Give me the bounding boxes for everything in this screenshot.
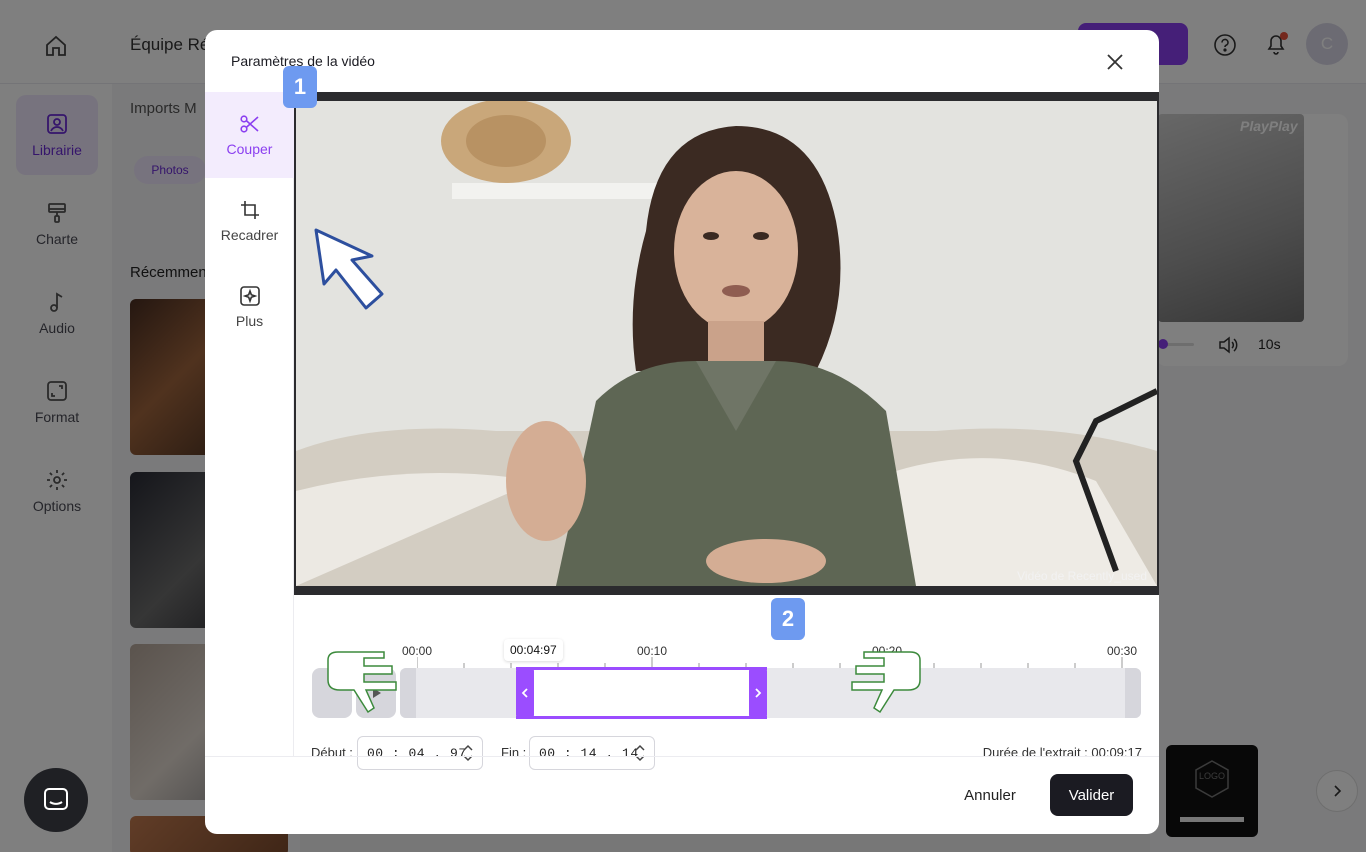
tool-sidebar: Couper Recadrer Plus (205, 92, 294, 756)
chevron-right-icon (755, 688, 762, 698)
chat-icon (44, 788, 68, 810)
tool-plus[interactable]: Plus (205, 264, 294, 350)
video-player[interactable]: Vidéo de Recently_used (294, 92, 1159, 595)
video-scene (296, 101, 1157, 586)
hand-pointer-icon (327, 651, 397, 714)
tool-couper[interactable]: Couper (205, 92, 294, 178)
video-credit: Vidéo de Recently_used (1017, 569, 1147, 583)
close-icon (1107, 54, 1123, 70)
tick-label: 00:10 (636, 644, 668, 658)
close-button[interactable] (1103, 50, 1127, 74)
tick-label: 00:00 (401, 644, 433, 658)
track-edge (400, 668, 416, 718)
trim-timeline: 00:00 00:10 00:20 00:30 00:04:97 Début : (294, 595, 1159, 770)
trim-start-handle[interactable] (516, 667, 534, 719)
tool-label: Plus (235, 313, 264, 329)
current-time-tooltip: 00:04:97 (504, 639, 563, 661)
crop-icon (240, 201, 259, 219)
chevron-left-icon (521, 688, 528, 698)
cancel-button[interactable]: Annuler (945, 774, 1035, 816)
trim-end-handle[interactable] (749, 667, 767, 719)
step-badge-2: 2 (771, 598, 805, 640)
sparkle-icon (239, 286, 260, 306)
scissors-icon (239, 115, 259, 133)
tool-label: Couper (226, 141, 273, 157)
tool-recadrer[interactable]: Recadrer (205, 178, 294, 264)
chat-launcher-button[interactable] (24, 768, 88, 832)
validate-button[interactable]: Valider (1050, 774, 1133, 816)
video-frame: Vidéo de Recently_used (296, 101, 1157, 586)
trim-selection[interactable] (516, 667, 767, 719)
timeline-track[interactable] (400, 668, 1141, 718)
hand-pointer-icon (851, 651, 921, 714)
tool-label: Recadrer (220, 227, 279, 243)
tick-label: 00:30 (1106, 644, 1138, 658)
step-badge-1: 1 (283, 66, 317, 108)
track-edge (1125, 668, 1141, 718)
pointer-arrow-icon (314, 228, 384, 310)
modal-footer: Annuler Valider (205, 756, 1159, 834)
